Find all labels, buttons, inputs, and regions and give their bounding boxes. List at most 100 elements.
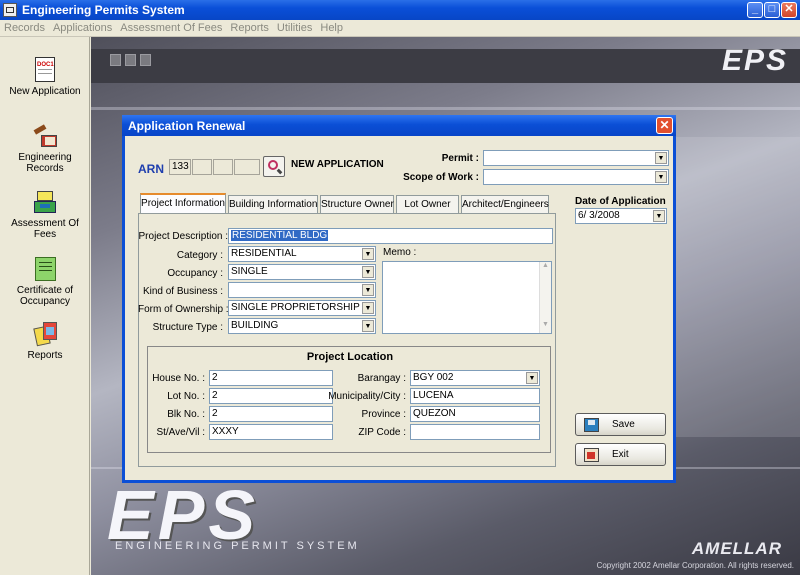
project-location-title: Project Location xyxy=(306,351,394,363)
maximize-button[interactable]: □ xyxy=(764,2,780,18)
minimize-button[interactable]: _ xyxy=(747,2,763,18)
save-button[interactable]: Save xyxy=(575,413,666,436)
lot-no-input[interactable]: 2 xyxy=(209,388,333,404)
menu-reports[interactable]: Reports xyxy=(226,20,273,34)
form-of-ownership-select[interactable]: SINGLE PROPRIETORSHIP ▼ xyxy=(228,300,376,316)
sidebar-item-label: Certificate of Occupancy xyxy=(16,285,74,307)
zip-code-label: ZIP Code : xyxy=(358,427,406,438)
tab-building-information[interactable]: Building Information xyxy=(228,195,318,214)
project-location-group: Project Location House No. : 2 Lot No. :… xyxy=(147,346,551,453)
title-bar: Engineering Permits System _ □ ✕ xyxy=(0,0,800,20)
sidebar-item-label: Engineering Records xyxy=(18,152,72,174)
window-title: Engineering Permits System xyxy=(22,3,185,17)
chevron-down-icon: ▼ xyxy=(653,210,665,222)
chevron-down-icon: ▼ xyxy=(362,248,374,260)
exit-button[interactable]: Exit xyxy=(575,443,666,466)
sidebar-item-new-application[interactable]: DOC1 New Application xyxy=(2,57,88,97)
category-label: Category : xyxy=(176,250,223,261)
brand-logo: AMELLAR xyxy=(691,539,782,558)
floppy-disk-icon xyxy=(584,418,599,432)
category-select[interactable]: RESIDENTIAL ▼ xyxy=(228,246,376,262)
occupancy-select[interactable]: SINGLE ▼ xyxy=(228,264,376,280)
form-of-ownership-label: Form of Ownership : xyxy=(138,304,229,315)
barangay-select[interactable]: BGY 002 ▼ xyxy=(410,370,540,386)
lot-no-label: Lot No. : xyxy=(167,391,205,402)
dialog-close-button[interactable]: ✕ xyxy=(656,117,673,134)
arn-field-1[interactable]: 133 xyxy=(169,159,191,175)
magnifier-icon xyxy=(268,160,278,170)
province-input[interactable]: QUEZON xyxy=(410,406,540,422)
chevron-down-icon: ▼ xyxy=(362,266,374,278)
application-status: NEW APPLICATION xyxy=(291,159,384,170)
permit-label: Permit : xyxy=(441,153,479,164)
province-label: Province : xyxy=(361,409,406,420)
permit-select[interactable]: ▼ xyxy=(483,150,669,166)
dialog-title: Application Renewal xyxy=(128,119,246,133)
decor-square xyxy=(140,54,151,66)
memo-label: Memo : xyxy=(383,247,417,258)
tab-structure-owner[interactable]: Structure Owner xyxy=(320,195,394,214)
structure-type-select[interactable]: BUILDING ▼ xyxy=(228,318,376,334)
application-window: Engineering Permits System _ □ ✕ Records… xyxy=(0,0,800,575)
tab-lot-owner[interactable]: Lot Owner xyxy=(396,195,459,214)
arn-label: ARN xyxy=(138,162,164,176)
chevron-down-icon: ▼ xyxy=(362,320,374,332)
tab-project-information[interactable]: Project Information xyxy=(140,193,226,215)
decor-square xyxy=(110,54,121,66)
municipality-label: Municipality/City : xyxy=(328,391,406,402)
street-label: St/Ave/Vil : xyxy=(156,427,205,438)
logo-top: EPS xyxy=(721,44,788,77)
menu-assessment-of-fees[interactable]: Assessment Of Fees xyxy=(116,20,226,34)
municipality-input[interactable]: LUCENA xyxy=(410,388,540,404)
street-input[interactable]: XXXY xyxy=(209,424,333,440)
zip-code-input[interactable] xyxy=(410,424,540,440)
sidebar-item-label: Reports xyxy=(27,350,63,361)
close-button[interactable]: ✕ xyxy=(781,2,797,18)
subtitle: ENGINEERING PERMIT SYSTEM xyxy=(115,540,360,552)
tab-architect-engineers[interactable]: Architect/Engineers xyxy=(461,195,549,214)
date-of-application-picker[interactable]: 6/ 3/2008 ▼ xyxy=(575,208,667,224)
dialog-title-bar: Application Renewal ✕ xyxy=(122,115,676,136)
house-no-label: House No. : xyxy=(152,373,205,384)
sidebar-item-engineering-records[interactable]: Engineering Records xyxy=(2,123,88,174)
certificate-icon xyxy=(32,256,58,282)
menu-help[interactable]: Help xyxy=(316,20,347,34)
app-icon xyxy=(3,3,17,17)
menu-bar: Records Applications Assessment Of Fees Rep… xyxy=(0,20,800,37)
memo-textarea[interactable]: ▲ ▼ xyxy=(382,261,552,334)
sidebar-toolbar: DOC1 New Application Engineering Records… xyxy=(0,37,90,575)
exit-door-icon xyxy=(584,448,599,462)
barangay-label: Barangay : xyxy=(357,373,406,384)
sidebar-item-assessment-of-fees[interactable]: Assessment Of Fees xyxy=(2,189,88,240)
copyright: Copyright 2002 Amellar Corporation. All … xyxy=(596,561,794,570)
chevron-down-icon: ▼ xyxy=(655,171,667,183)
chevron-down-icon: ▼ xyxy=(526,372,538,384)
scope-of-work-select[interactable]: ▼ xyxy=(483,169,669,185)
blk-no-label: Blk No. : xyxy=(167,409,205,420)
menu-utilities[interactable]: Utilities xyxy=(273,20,316,34)
date-of-application-label: Date of Application xyxy=(575,196,666,207)
project-description-label: Project Description : xyxy=(138,231,228,242)
arn-field-3[interactable] xyxy=(213,159,233,175)
document-icon: DOC1 xyxy=(32,57,58,83)
kind-of-business-label: Kind of Business : xyxy=(142,286,223,297)
blk-no-input[interactable]: 2 xyxy=(209,406,333,422)
memo-scrollbar[interactable]: ▲ ▼ xyxy=(539,262,551,333)
arn-field-4[interactable] xyxy=(234,159,260,175)
project-description-input[interactable]: RESIDENTIAL BLDG xyxy=(228,228,553,244)
sidebar-item-label: Assessment Of Fees xyxy=(11,218,79,240)
sidebar-item-reports[interactable]: Reports xyxy=(2,321,88,361)
sidebar-item-label: New Application xyxy=(9,86,81,97)
sidebar-item-certificate-of-occupancy[interactable]: Certificate of Occupancy xyxy=(2,256,88,307)
search-button[interactable] xyxy=(263,156,285,177)
menu-records[interactable]: Records xyxy=(0,20,49,34)
chevron-down-icon: ▼ xyxy=(362,284,374,296)
kind-of-business-select[interactable]: ▼ xyxy=(228,282,376,298)
arn-field-2[interactable] xyxy=(192,159,212,175)
cash-register-icon xyxy=(32,189,58,215)
top-band xyxy=(91,49,800,83)
application-renewal-dialog: Application Renewal ✕ ARN 133 NEW APPLIC… xyxy=(122,115,676,483)
menu-applications[interactable]: Applications xyxy=(49,20,116,34)
house-no-input[interactable]: 2 xyxy=(209,370,333,386)
hammer-books-icon xyxy=(32,123,58,149)
